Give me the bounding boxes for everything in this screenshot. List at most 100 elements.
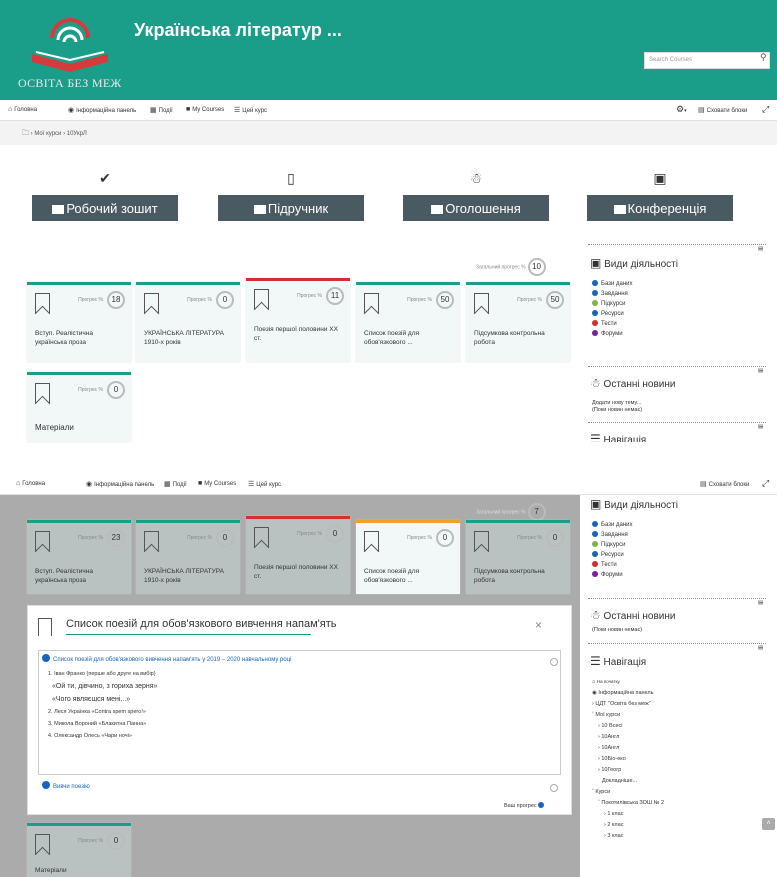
course-title[interactable]: Українська літератур ... — [134, 20, 342, 41]
chevron-up-icon: ˄ — [766, 820, 771, 827]
nav-tree-courses[interactable]: ˇ Курси — [592, 787, 664, 798]
nav-this-course-label: Цей курс — [256, 482, 282, 488]
nav-home[interactable]: ⌂ Головна — [8, 106, 37, 113]
section-card[interactable]: Прогрес % 50 Список поезій для обов'язково… — [356, 282, 460, 362]
search-input[interactable]: Search Courses — [644, 52, 770, 69]
folder-icon: 🗀 — [22, 130, 29, 137]
completion-checkbox[interactable] — [550, 658, 558, 666]
nav-tree-site[interactable]: › ЦДТ "Освіта без меж" — [592, 699, 664, 710]
fullscreen-button[interactable]: ⤢ — [762, 104, 769, 115]
block-collapse-icon[interactable]: ▤ — [758, 645, 763, 651]
nav-events[interactable]: ▦ Події — [164, 480, 187, 488]
assignment-link[interactable]: Вивчи поезію — [42, 781, 90, 790]
nav-dashboard[interactable]: ◉ Інформаційна панель — [68, 106, 136, 114]
section-card[interactable]: Прогрес % 0 Список поезій для обов'язковог… — [356, 520, 460, 594]
nav-tree-course[interactable]: › 10Біо-еко — [592, 754, 664, 765]
block-collapse-icon[interactable]: ▤ — [758, 424, 763, 430]
section-card[interactable]: Прогрес % 0 Матеріали — [27, 372, 131, 442]
completion-checkbox[interactable] — [550, 784, 558, 792]
block-collapse-icon[interactable]: ▤ — [758, 368, 763, 374]
nav-this-course[interactable]: ☰ Цей курс — [234, 106, 267, 114]
nav-my-courses[interactable]: ■ My Courses — [186, 106, 224, 113]
progress-value: 0 — [436, 529, 454, 547]
block-collapse-icon[interactable]: ▤ — [758, 246, 763, 252]
bookmark-icon — [474, 531, 489, 551]
nav-tree-course[interactable]: › 10Англ — [592, 732, 664, 743]
section-card[interactable]: Прогрес % 50 Підсумкова контрольна робота — [466, 282, 570, 362]
courses-icon: ■ — [198, 480, 203, 487]
announcements-button[interactable]: Оголошення — [403, 195, 549, 221]
poem-item: 1. Іван Франко (перше або друге на вибір… — [48, 671, 156, 677]
nav-tree-home[interactable]: ⌂ На початку — [592, 676, 664, 688]
activity-item[interactable]: Ресурси — [592, 550, 632, 560]
activity-item[interactable]: Завдання — [592, 530, 632, 540]
scroll-up-button[interactable]: ˄ — [762, 818, 775, 830]
nav-my-courses[interactable]: ■ My Courses — [198, 480, 236, 487]
nav-tree-more[interactable]: Докладніше... — [592, 776, 664, 787]
breadcrumb-course[interactable]: 10УкрЛ — [67, 131, 87, 137]
nav-home[interactable]: ⌂ Головна — [16, 480, 45, 487]
nav-events[interactable]: ▦ Події — [150, 106, 173, 114]
activity-item[interactable]: Тести — [592, 319, 632, 329]
activity-item[interactable]: Підкурси — [592, 540, 632, 550]
progress-value: 0 — [216, 529, 234, 547]
nav-tree-course[interactable]: › 10Англ — [592, 743, 664, 754]
hide-blocks-button[interactable]: ▤ Сховати блоки — [698, 106, 747, 114]
hide-blocks-button[interactable]: ▤ Сховати блоки — [700, 480, 749, 488]
workbook-button[interactable]: Робочий зошит — [32, 195, 178, 221]
nav-tree-my-courses[interactable]: ˇ Мої курси — [592, 710, 664, 721]
section-card[interactable]: Прогрес % 0 Поезія першої половини ХХ ст. — [246, 516, 350, 594]
blocks-icon: ▤ — [698, 107, 705, 114]
section-card[interactable]: Прогрес % 23 Вступ. Реалістична українська… — [27, 520, 131, 594]
fullscreen-button[interactable]: ⤢ — [762, 478, 769, 489]
progress-label: Прогрес % — [517, 297, 542, 303]
section-card[interactable]: Прогрес % 0 Матеріали — [27, 823, 131, 877]
resource-link-text: Список поезій для обов'язкового вивчення… — [53, 657, 292, 663]
nav-tree-class[interactable]: › 2 клас — [592, 820, 664, 831]
help-icon[interactable] — [538, 802, 545, 808]
navigation-block-title-top: ☰ Навігація — [590, 432, 646, 442]
conference-button[interactable]: Конференція — [587, 195, 733, 221]
nav-tree-class[interactable]: › 3 клас — [592, 831, 664, 842]
activity-item[interactable]: Форуми — [592, 570, 632, 580]
section-card[interactable]: Прогрес % 11 Поезія першої половини ХХ ст. — [246, 278, 350, 362]
nav-dashboard[interactable]: ◉ Інформаційна панель — [86, 480, 154, 488]
textbook-button[interactable]: Підручник — [218, 195, 364, 221]
nav-tree-school[interactable]: ˇ Покотилівська ЗОШ № 2 — [592, 798, 664, 809]
section-card[interactable]: Прогрес % 0 УКРАЇНСЬКА ЛІТЕРАТУРА 1910-х р… — [136, 520, 240, 594]
section-card[interactable]: Прогрес % 0 Підсумкова контрольна робота — [466, 520, 570, 594]
nav-tree-course[interactable]: › 10Геогр — [592, 765, 664, 776]
activity-item[interactable]: Тести — [592, 560, 632, 570]
desktop-icon: ▣ — [653, 170, 667, 186]
hide-blocks-label: Сховати блоки — [708, 482, 750, 488]
add-topic-link[interactable]: Додати нову тему... — [592, 400, 641, 406]
block-collapse-icon[interactable]: ▤ — [758, 600, 763, 606]
nav-tree-course[interactable]: › 10 Всесі — [592, 721, 664, 732]
activity-label: Форуми — [601, 572, 623, 578]
resource-link[interactable]: Список поезій для обов'язкового вивчення… — [42, 654, 292, 663]
activity-item[interactable]: Бази даних — [592, 279, 632, 289]
search-icon[interactable]: ⚲ — [760, 52, 767, 63]
activity-item[interactable]: Завдання — [592, 289, 632, 299]
settings-menu[interactable]: ⚙▾ — [676, 104, 687, 115]
breadcrumb-my-courses[interactable]: Мої курси — [34, 131, 61, 137]
nav-tree-dashboard[interactable]: ◉ Інформаційна панель — [592, 688, 664, 699]
section-card[interactable]: Прогрес % 18 Вступ. Реалістична українська… — [27, 282, 131, 362]
news-title-text: Останні новини — [603, 611, 676, 622]
activity-item[interactable]: Підкурси — [592, 299, 632, 309]
section-card[interactable]: Прогрес % 0 УКРАЇНСЬКА ЛІТЕРАТУРА 1910-х р… — [136, 282, 240, 362]
activity-item[interactable]: Бази даних — [592, 520, 632, 530]
activities-title-text: Види діяльності — [604, 500, 678, 511]
forum-icon — [592, 571, 598, 577]
conference-label: Конференція — [627, 201, 707, 216]
activity-item[interactable]: Форуми — [592, 329, 632, 339]
nav-this-course[interactable]: ☰ Цей курс — [248, 480, 281, 488]
chevron-right-icon: › — [598, 723, 600, 729]
breadcrumb: 🗀 › Мої курси › 10УкрЛ — [0, 121, 777, 145]
modal-close-button[interactable]: × — [535, 618, 542, 632]
activity-label: Завдання — [601, 291, 628, 297]
subcourse-icon — [592, 541, 598, 547]
progress-value: 18 — [107, 291, 125, 309]
nav-tree-class[interactable]: › 1 клас — [592, 809, 664, 820]
activity-item[interactable]: Ресурси — [592, 309, 632, 319]
